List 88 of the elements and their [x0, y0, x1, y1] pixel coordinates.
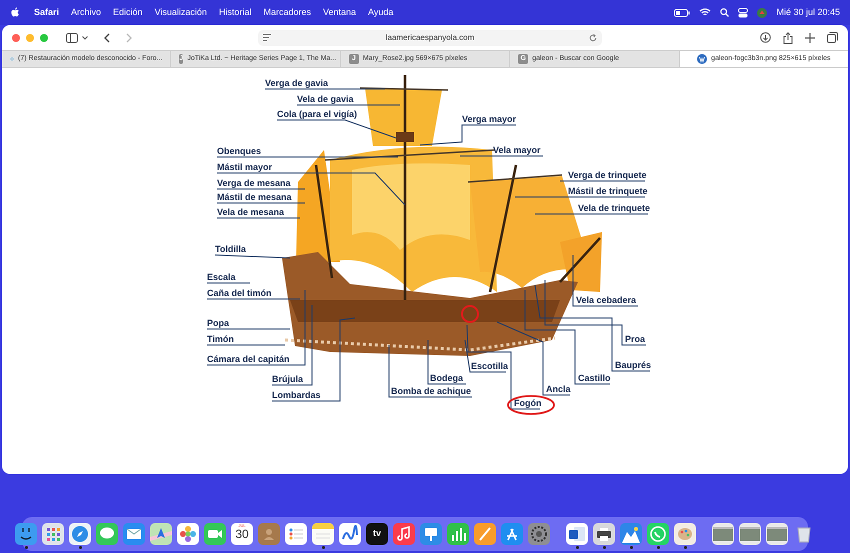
menu-item[interactable]: Ventana [322, 6, 356, 20]
part-label: Popa [207, 318, 230, 328]
back-icon[interactable] [104, 32, 110, 42]
flower-icon[interactable] [177, 522, 199, 544]
menu-item[interactable]: Ayuda [368, 6, 394, 20]
part-label: Vela cebadera [576, 295, 636, 305]
menu-item[interactable]: Edición [113, 6, 143, 20]
part-label: Timón [207, 334, 234, 344]
menu-item[interactable]: Archivo [71, 6, 102, 20]
part-label: Bomba de achique [391, 386, 472, 396]
menu-item[interactable]: Visualización [154, 6, 207, 20]
app-menu[interactable]: Safari [34, 6, 60, 20]
battery-icon[interactable] [674, 8, 690, 16]
scribble-icon[interactable] [339, 522, 361, 544]
share-icon[interactable] [783, 32, 793, 44]
phone-bubble-icon[interactable] [647, 522, 669, 544]
part-label: Fogón [514, 398, 542, 408]
address-text: laamericaespanyola.com [384, 32, 476, 44]
day-label: 30 [235, 528, 249, 540]
part-label: Verga de gavia [265, 78, 328, 88]
tv-label: tv [372, 526, 381, 540]
window-thumbnail[interactable] [712, 522, 734, 544]
part-label: Vela de gavia [297, 94, 354, 104]
plus-icon[interactable] [805, 32, 815, 42]
app-store-icon[interactable] [501, 522, 523, 544]
app-grid-icon[interactable] [42, 522, 64, 544]
part-label: Toldilla [215, 244, 246, 254]
music-note-icon[interactable] [393, 522, 415, 544]
cloud-icon[interactable] [620, 522, 642, 544]
part-label: Bodega [430, 373, 464, 383]
wifi-icon[interactable] [699, 8, 712, 17]
part-label: Mástil de trinquete [568, 186, 648, 196]
checklist-icon[interactable] [285, 522, 307, 544]
compass-icon[interactable] [69, 522, 91, 544]
video-camera-icon[interactable] [204, 522, 226, 544]
window-thumbnail[interactable] [739, 522, 761, 544]
pencil-icon[interactable] [474, 522, 496, 544]
part-label: Mástil de mesana [217, 192, 292, 202]
map-icon[interactable] [150, 522, 172, 544]
podium-icon[interactable] [420, 522, 442, 544]
gear-icon[interactable] [528, 522, 550, 544]
page-icon [263, 34, 271, 41]
menu-clock[interactable]: Mié 30 jul 20:45 [776, 6, 840, 20]
globe-favicon-icon [10, 54, 14, 64]
palette-icon[interactable] [674, 522, 696, 544]
leader-line [206, 282, 250, 284]
tab-overview-icon[interactable] [827, 32, 838, 43]
menu-item[interactable]: Marcadores [263, 6, 311, 20]
part-label: Verga de mesana [217, 178, 291, 188]
bar-chart-icon[interactable] [447, 522, 469, 544]
address-field[interactable]: laamericaespanyola.com [258, 30, 602, 46]
zoom-window-button[interactable] [40, 34, 48, 42]
part-label: Brújula [272, 374, 304, 384]
part-label: Ancla [546, 384, 571, 394]
part-label: Vela mayor [493, 145, 541, 155]
apple-logo-icon[interactable] [10, 7, 20, 18]
notepad-icon[interactable] [312, 522, 334, 544]
envelope-icon[interactable] [123, 522, 145, 544]
part-label: Obenques [217, 146, 262, 156]
face-icon[interactable] [15, 522, 37, 544]
chevron-down-icon[interactable] [82, 36, 88, 40]
sidebar-icon[interactable] [66, 32, 78, 42]
part-label: Cámara del capitán [207, 354, 290, 364]
part-label: Vela de mesana [217, 207, 284, 217]
window-thumbnail[interactable] [766, 522, 788, 544]
chat-bubble-icon[interactable] [96, 522, 118, 544]
download-icon[interactable] [760, 32, 771, 43]
close-window-button[interactable] [12, 34, 20, 42]
part-label: Castillo [578, 373, 611, 383]
part-label: Caña del timón [207, 288, 272, 298]
part-label: Vela de trinquete [578, 203, 650, 213]
part-label: Cola (para el vigía) [277, 109, 358, 119]
reload-icon[interactable] [589, 34, 597, 42]
toggles-icon[interactable] [738, 8, 748, 18]
wordpress-favicon-icon [697, 54, 708, 64]
document-icon[interactable] [566, 522, 588, 544]
part-label: Escotilla [471, 361, 508, 371]
part-label: Proa [625, 334, 646, 344]
menu-item[interactable]: Historial [218, 6, 252, 20]
part-label: Verga de trinquete [568, 170, 647, 180]
part-label: Bauprés [615, 360, 652, 370]
tv-icon[interactable]: tv [366, 522, 388, 544]
part-label: Escala [207, 272, 236, 282]
printer-icon[interactable] [593, 522, 615, 544]
search-icon[interactable] [720, 8, 730, 17]
part-label: Mástil mayor [217, 162, 272, 172]
part-label: Verga mayor [462, 114, 516, 124]
part-label: Lombardas [272, 390, 321, 400]
